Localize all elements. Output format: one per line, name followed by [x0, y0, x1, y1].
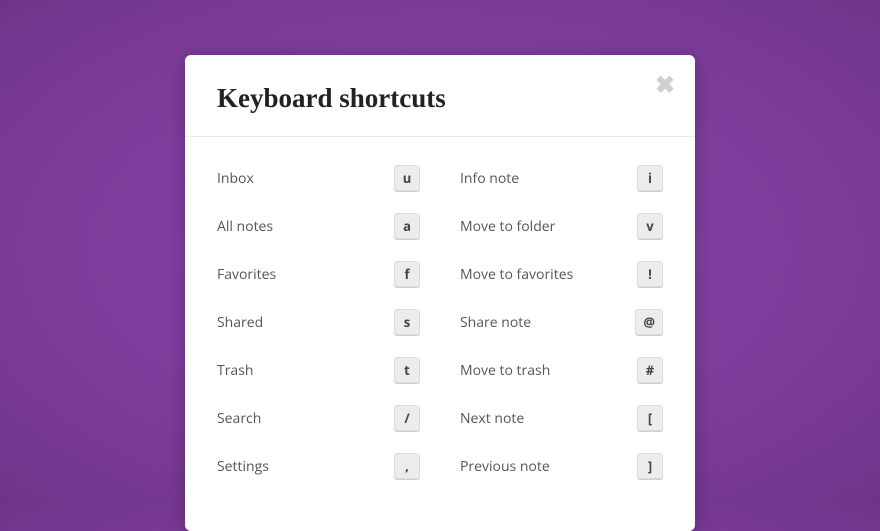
shortcut-label: Settings — [217, 457, 269, 476]
shortcut-key: @ — [635, 309, 663, 335]
shortcut-key: , — [394, 453, 420, 479]
shortcut-key: ] — [637, 453, 663, 479]
shortcut-key: v — [637, 213, 663, 239]
shortcut-row: Next note [ — [460, 405, 663, 431]
shortcut-label: Move to favorites — [460, 265, 573, 284]
shortcut-column-right: Info note i Move to folder v Move to fav… — [460, 165, 663, 501]
shortcut-label: Favorites — [217, 265, 276, 284]
shortcut-label: Share note — [460, 313, 531, 332]
shortcut-row: Info note i — [460, 165, 663, 191]
shortcut-column-left: Inbox u All notes a Favorites f Shared s… — [217, 165, 420, 501]
shortcut-row: Trash t — [217, 357, 420, 383]
close-icon: ✖ — [655, 68, 675, 101]
shortcut-label: Inbox — [217, 169, 254, 188]
shortcut-key: [ — [637, 405, 663, 431]
shortcut-label: Move to trash — [460, 361, 550, 380]
shortcut-row: Search / — [217, 405, 420, 431]
shortcut-key: # — [637, 357, 663, 383]
shortcut-key: u — [394, 165, 420, 191]
shortcut-row: Share note @ — [460, 309, 663, 335]
shortcut-label: Shared — [217, 313, 263, 332]
shortcut-label: Search — [217, 409, 261, 428]
shortcut-key: i — [637, 165, 663, 191]
shortcut-label: Next note — [460, 409, 524, 428]
shortcut-key: a — [394, 213, 420, 239]
shortcut-key: f — [394, 261, 420, 287]
shortcut-row: Settings , — [217, 453, 420, 479]
shortcut-label: All notes — [217, 217, 273, 236]
shortcut-row: Shared s — [217, 309, 420, 335]
shortcut-label: Info note — [460, 169, 519, 188]
modal-header: Keyboard shortcuts ✖ — [185, 55, 695, 137]
shortcut-row: Favorites f — [217, 261, 420, 287]
shortcut-key: s — [394, 309, 420, 335]
shortcut-columns: Inbox u All notes a Favorites f Shared s… — [217, 165, 663, 501]
shortcut-row: All notes a — [217, 213, 420, 239]
shortcut-key: / — [394, 405, 420, 431]
shortcut-label: Trash — [217, 361, 253, 380]
shortcut-row: Previous note ] — [460, 453, 663, 479]
modal-body: Inbox u All notes a Favorites f Shared s… — [185, 137, 695, 501]
shortcut-label: Previous note — [460, 457, 550, 476]
shortcut-key: t — [394, 357, 420, 383]
shortcut-row: Move to trash # — [460, 357, 663, 383]
keyboard-shortcuts-modal: Keyboard shortcuts ✖ Inbox u All notes a… — [185, 55, 695, 531]
modal-title: Keyboard shortcuts — [217, 83, 663, 114]
shortcut-row: Inbox u — [217, 165, 420, 191]
close-button[interactable]: ✖ — [653, 73, 677, 97]
shortcut-row: Move to folder v — [460, 213, 663, 239]
shortcut-row: Move to favorites ! — [460, 261, 663, 287]
shortcut-label: Move to folder — [460, 217, 555, 236]
shortcut-key: ! — [637, 261, 663, 287]
